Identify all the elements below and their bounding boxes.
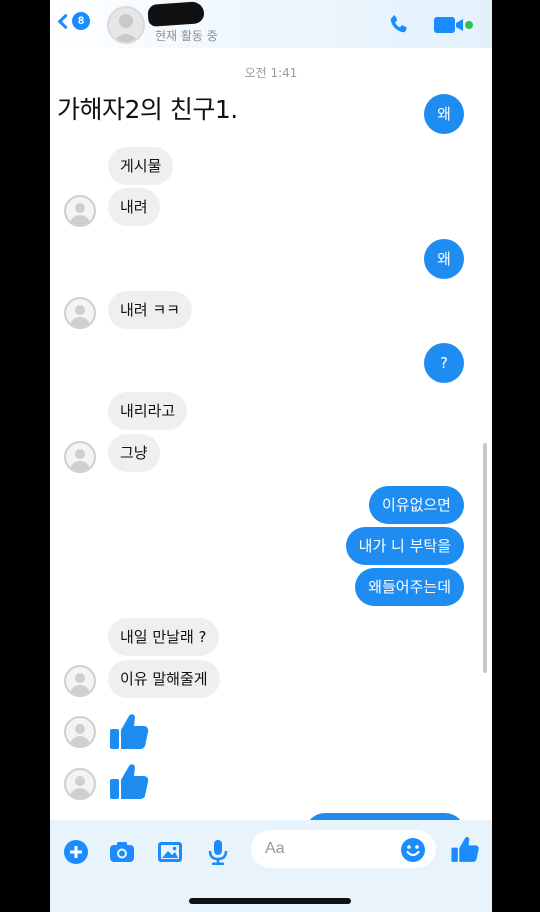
home-indicator <box>189 898 351 904</box>
messenger-screen: 8 현재 활동 중 오전 1:41 가해자2의 친구1. 왜 게시물 내려 왜 … <box>50 0 492 912</box>
thumbs-up-icon[interactable] <box>108 710 150 752</box>
camera-icon[interactable] <box>108 838 136 866</box>
message-outgoing[interactable]: 내가 니 부탁을 <box>345 527 464 565</box>
thumbs-up-icon[interactable] <box>108 760 150 802</box>
back-button[interactable]: 8 <box>57 12 90 30</box>
image-icon[interactable] <box>156 838 184 866</box>
unread-count-badge: 8 <box>72 12 90 30</box>
sender-avatar[interactable] <box>64 768 96 800</box>
video-call-icon[interactable] <box>434 15 474 35</box>
sender-avatar[interactable] <box>64 441 96 473</box>
message-outgoing[interactable]: 왜들어주는데 <box>355 568 464 606</box>
chat-header: 8 현재 활동 중 <box>50 0 492 48</box>
message-outgoing[interactable]: 왜 <box>424 239 464 279</box>
sender-avatar[interactable] <box>64 297 96 329</box>
scrollbar[interactable] <box>483 443 487 673</box>
sender-avatar[interactable] <box>64 665 96 697</box>
sender-avatar[interactable] <box>64 716 96 748</box>
overlay-caption: 가해자2의 친구1. <box>57 95 238 124</box>
thumbs-up-icon[interactable] <box>450 834 480 864</box>
message-incoming[interactable]: 그냥 <box>108 434 160 472</box>
message-incoming[interactable]: 이유 말해줄게 <box>108 660 220 698</box>
message-outgoing[interactable]: ? <box>424 343 464 383</box>
right-black-border <box>492 0 540 912</box>
left-black-border <box>0 0 50 912</box>
contact-avatar[interactable] <box>107 6 145 44</box>
chevron-left-icon <box>57 13 74 30</box>
message-incoming[interactable]: 내리라고 <box>108 392 188 430</box>
message-incoming[interactable]: 내려 <box>108 188 160 226</box>
plus-icon[interactable] <box>62 838 90 866</box>
microphone-icon[interactable] <box>204 838 232 866</box>
active-status: 현재 활동 중 <box>155 29 218 43</box>
emoji-icon[interactable] <box>400 837 426 863</box>
message-outgoing[interactable]: 왜 <box>424 94 464 134</box>
message-incoming[interactable]: 게시물 <box>108 147 174 185</box>
message-outgoing[interactable]: 이유없으면 <box>368 486 464 524</box>
redacted-contact-name <box>147 1 205 27</box>
message-incoming[interactable]: 내려 ㅋㅋ <box>108 291 192 329</box>
sender-avatar[interactable] <box>64 195 96 227</box>
message-incoming[interactable]: 내일 만날래 ? <box>108 618 219 656</box>
message-timestamp: 오전 1:41 <box>244 66 298 80</box>
phone-call-icon[interactable] <box>387 13 411 37</box>
